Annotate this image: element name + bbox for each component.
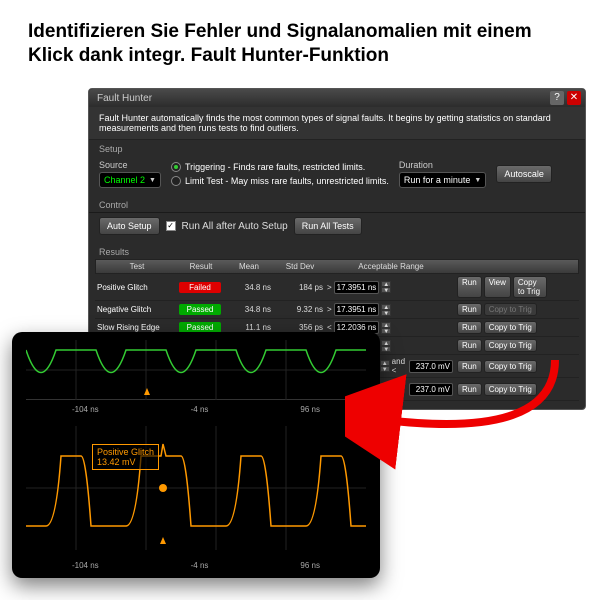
run-button[interactable]: Run — [457, 303, 482, 316]
setup-row: Source Channel 2 ▼ Triggering - Finds ra… — [89, 156, 585, 196]
cell-actions: RunCopy to Trig — [457, 383, 547, 396]
col-std: Std Dev — [276, 262, 324, 271]
table-header: Test Result Mean Std Dev Acceptable Rang… — [95, 259, 579, 274]
copy-to-trig-button[interactable]: Copy to Trig — [484, 339, 537, 352]
cell-mean: 34.8 ns — [225, 283, 271, 292]
spin-down-icon[interactable]: ▼ — [381, 310, 391, 316]
run-button[interactable]: Run — [457, 339, 482, 352]
cell-result: Passed — [179, 304, 221, 315]
cell-std: 356 ps — [275, 323, 323, 332]
cell-actions: RunViewCopy to Trig — [457, 276, 547, 298]
copy-to-trig-button[interactable]: Copy to Trig — [513, 276, 547, 298]
run-button[interactable]: Run — [457, 321, 482, 334]
spin-down-icon[interactable]: ▼ — [381, 328, 391, 334]
cell-mean: 34.8 ns — [225, 305, 271, 314]
page-headline: Identifizieren Sie Fehler und Signalanom… — [0, 0, 600, 76]
run-button[interactable]: Run — [457, 360, 482, 373]
titlebar: Fault Hunter ? ✕ — [89, 89, 585, 107]
scope-top-pane — [26, 340, 366, 400]
source-select[interactable]: Channel 2 ▼ — [99, 172, 161, 188]
spin-down-icon[interactable]: ▼ — [380, 366, 390, 372]
scope-ticks-top: -104 ns -4 ns 96 ns — [26, 402, 366, 416]
cell-range: >17.3951 ns▲▼ — [327, 281, 453, 294]
source-label: Source — [99, 160, 161, 170]
callout-title: Positive Glitch — [97, 447, 154, 457]
triggering-radio-row[interactable]: Triggering - Finds rare faults, restrict… — [171, 162, 389, 172]
range-input[interactable]: 17.3951 ns — [334, 281, 380, 294]
cell-range: >17.3951 ns▲▼ — [327, 303, 453, 316]
col-mean: Mean — [226, 262, 272, 271]
cell-actions: RunCopy to Trig — [457, 339, 547, 352]
view-button[interactable]: View — [484, 276, 511, 298]
range-input[interactable]: 237.0 mV — [409, 360, 453, 373]
triggering-label: Triggering - Finds rare faults, restrict… — [185, 162, 365, 172]
run-all-after-label: Run All after Auto Setup — [182, 221, 288, 232]
tick-label: -4 ns — [191, 561, 209, 570]
tick-label: 96 ns — [300, 405, 320, 414]
run-button[interactable]: Run — [457, 383, 482, 396]
oscilloscope-overlay: -104 ns -4 ns 96 ns Positive Glitch 13.4… — [12, 332, 380, 578]
source-value: Channel 2 — [104, 175, 145, 185]
callout-value: 13.42 mV — [97, 457, 154, 467]
col-range: Acceptable Range — [328, 262, 454, 271]
window-description: Fault Hunter automatically finds the mos… — [89, 107, 585, 140]
cell-std: 9.32 ns — [275, 305, 323, 314]
results-section-label: Results — [89, 243, 585, 259]
limit-test-radio-row[interactable]: Limit Test - May miss rare faults, unres… — [171, 176, 389, 186]
copy-to-trig-button[interactable]: Copy to Trig — [484, 321, 537, 334]
radio-on-icon — [171, 162, 181, 172]
copy-to-trig-button[interactable]: Copy to Trig — [484, 383, 537, 396]
col-result: Result — [180, 262, 222, 271]
duration-value: Run for a minute — [404, 175, 471, 185]
duration-label: Duration — [399, 160, 486, 170]
cell-test: Slow Rising Edge — [97, 323, 175, 332]
run-button[interactable]: Run — [457, 276, 482, 298]
setup-section-label: Setup — [89, 140, 585, 156]
chevron-down-icon: ▼ — [149, 177, 156, 184]
tick-label: -4 ns — [191, 405, 209, 414]
cell-actions: RunCopy to Trig — [457, 360, 547, 373]
cell-test: Positive Glitch — [97, 283, 175, 292]
run-all-tests-button[interactable]: Run All Tests — [294, 217, 362, 235]
spin-down-icon[interactable]: ▼ — [381, 346, 391, 352]
close-icon[interactable]: ✕ — [567, 91, 581, 105]
cell-mean: 11.1 ns — [225, 323, 271, 332]
control-row: Auto Setup ✓ Run All after Auto Setup Ru… — [89, 212, 585, 243]
control-section-label: Control — [89, 196, 585, 212]
help-icon[interactable]: ? — [550, 91, 564, 105]
tick-label: -104 ns — [72, 405, 99, 414]
table-row: Negative Glitch Passed 34.8 ns 9.32 ns >17.3… — [95, 301, 579, 319]
cell-test: Negative Glitch — [97, 305, 175, 314]
run-all-after-checkbox[interactable]: ✓ — [166, 221, 176, 231]
autoscale-button[interactable]: Autoscale — [496, 165, 552, 183]
copy-to-trig-button[interactable]: Copy to Trig — [484, 360, 537, 373]
chevron-down-icon: ▼ — [474, 177, 481, 184]
cell-actions: RunCopy to Trig — [457, 321, 547, 334]
limit-test-label: Limit Test - May miss rare faults, unres… — [185, 176, 389, 186]
tick-label: 96 ns — [300, 561, 320, 570]
duration-select[interactable]: Run for a minute ▼ — [399, 172, 486, 188]
copy-to-trig-button: Copy to Trig — [484, 303, 537, 316]
cell-result: Failed — [179, 282, 221, 293]
scope-bottom-pane — [26, 426, 366, 550]
range-input[interactable]: 17.3951 ns — [334, 303, 380, 316]
tick-label: -104 ns — [72, 561, 99, 570]
scope-ticks-bottom: -104 ns -4 ns 96 ns — [26, 558, 366, 572]
spin-down-icon[interactable]: ▼ — [381, 287, 391, 293]
cell-std: 184 ps — [275, 283, 323, 292]
cell-actions: RunCopy to Trig — [457, 303, 547, 316]
spin-down-icon[interactable]: ▼ — [380, 389, 390, 395]
window-title: Fault Hunter — [93, 93, 550, 104]
table-row: Positive Glitch Failed 34.8 ns 184 ps >17.39… — [95, 274, 579, 301]
glitch-callout: Positive Glitch 13.42 mV — [92, 444, 159, 470]
col-test: Test — [98, 262, 176, 271]
radio-off-icon — [171, 176, 181, 186]
auto-setup-button[interactable]: Auto Setup — [99, 217, 160, 235]
range-input[interactable]: 237.0 mV — [409, 383, 453, 396]
